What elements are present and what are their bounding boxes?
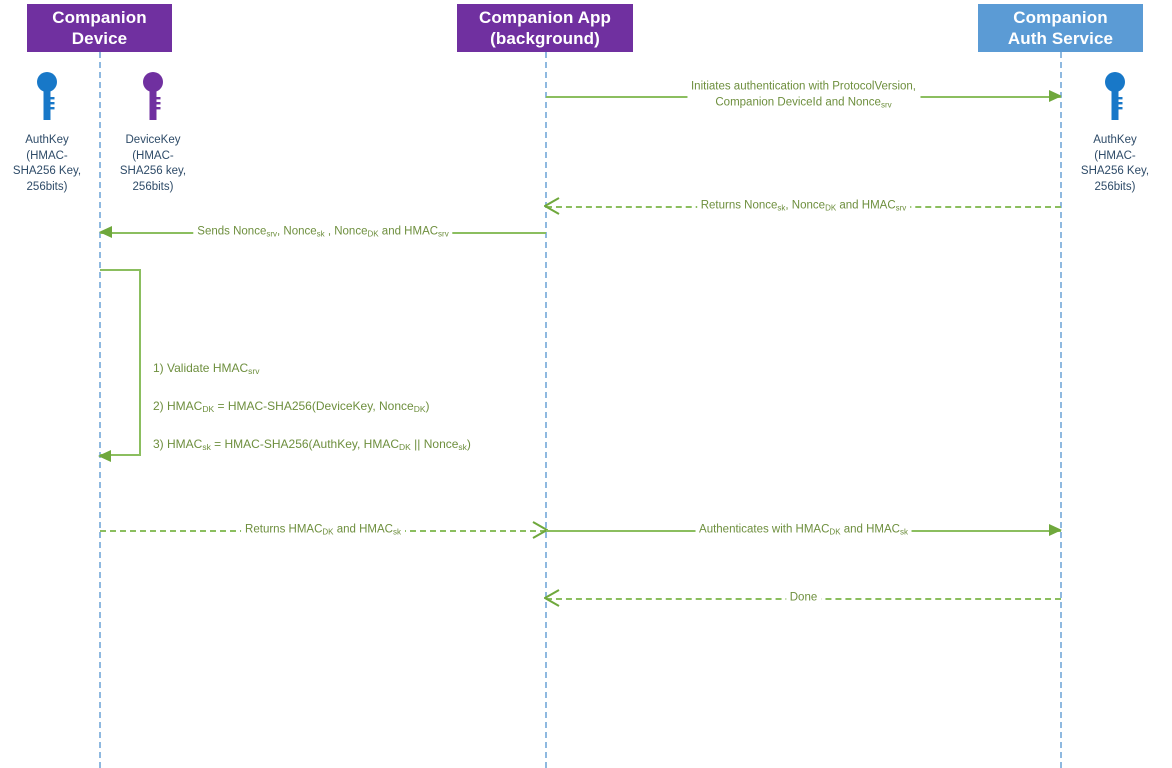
self-loop-step-1: 1) Validate HMACsrv: [153, 360, 260, 376]
arrowhead-left-open: [544, 589, 560, 607]
message-text-sends-nonces: Sends Noncesrv, Noncesk , NonceDK and HM…: [197, 225, 449, 239]
message-label-returns-hmacs[interactable]: Returns HMACDK and HMACsk: [241, 522, 405, 538]
participant-companion-device[interactable]: Companion Device: [27, 4, 172, 52]
key-block-device-authkey: AuthKey (HMAC- SHA256 Key, 256bits): [0, 70, 102, 195]
message-subscript-srv: srv: [880, 100, 892, 110]
key-icon: [1104, 70, 1126, 127]
message-text-done: Done: [789, 591, 818, 604]
self-loop-device-processing[interactable]: [98, 269, 141, 462]
participant-auth-service-line1: Companion: [1013, 8, 1108, 27]
participant-companion-auth-service[interactable]: Companion Auth Service: [978, 4, 1143, 52]
key-icon: [36, 70, 58, 127]
participant-companion-device-line1: Companion: [52, 8, 147, 27]
message-text-returns-hmacs: Returns HMACDK and HMACsk: [245, 523, 401, 537]
key-caption-service-authkey: AuthKey (HMAC- SHA256 Key, 256bits): [1080, 134, 1150, 193]
key-icon: [142, 70, 164, 127]
participant-companion-device-line2: Device: [71, 29, 128, 48]
arrowhead-left-filled: [99, 226, 112, 238]
message-label-initiates: Initiates authentication with ProtocolVe…: [686, 62, 921, 112]
self-loop-right-segment: [139, 269, 141, 456]
key-caption-device-authkey: AuthKey (HMAC- SHA256 Key, 256bits): [12, 134, 82, 193]
key-block-service-authkey: AuthKey (HMAC- SHA256 Key, 256bits): [1060, 70, 1170, 195]
arrowhead-right-filled: [1049, 524, 1062, 536]
message-label-authenticates[interactable]: Authenticates with HMACDK and HMACsk: [695, 522, 912, 538]
arrowhead-left-filled: [98, 450, 111, 462]
sequence-diagram: Companion Device Companion App (backgrou…: [0, 0, 1172, 768]
message-label-returns-nonces[interactable]: Returns Noncesk, NonceDK and HMACsrv: [696, 198, 911, 214]
arrowhead-left-open: [544, 197, 560, 215]
participant-companion-app-line2: (background): [490, 29, 600, 48]
key-block-device-devicekey: DeviceKey (HMAC- SHA256 key, 256bits): [98, 70, 208, 195]
participant-auth-service-line2: Auth Service: [1007, 29, 1114, 48]
arrowhead-right-filled: [1049, 90, 1062, 102]
self-loop-step-2: 2) HMACDK = HMAC-SHA256(DeviceKey, Nonce…: [153, 398, 430, 414]
message-label-done[interactable]: Done: [785, 590, 822, 606]
key-caption-device-devicekey: DeviceKey (HMAC- SHA256 key, 256bits): [119, 134, 187, 193]
message-text-returns-nonces: Returns Noncesk, NonceDK and HMACsrv: [700, 199, 907, 213]
message-text-authenticates: Authenticates with HMACDK and HMACsk: [699, 523, 908, 537]
message-label-sends-nonces[interactable]: Sends Noncesrv, Noncesk , NonceDK and HM…: [193, 224, 453, 240]
self-loop-step-3: 3) HMACsk = HMAC-SHA256(AuthKey, HMACDK …: [153, 436, 471, 452]
self-loop-top-segment: [100, 269, 141, 271]
self-loop-steps: 1) Validate HMACsrv 2) HMACDK = HMAC-SHA…: [153, 340, 573, 473]
participant-companion-app-line1: Companion App: [479, 8, 611, 27]
participant-companion-app[interactable]: Companion App (background): [457, 4, 633, 52]
